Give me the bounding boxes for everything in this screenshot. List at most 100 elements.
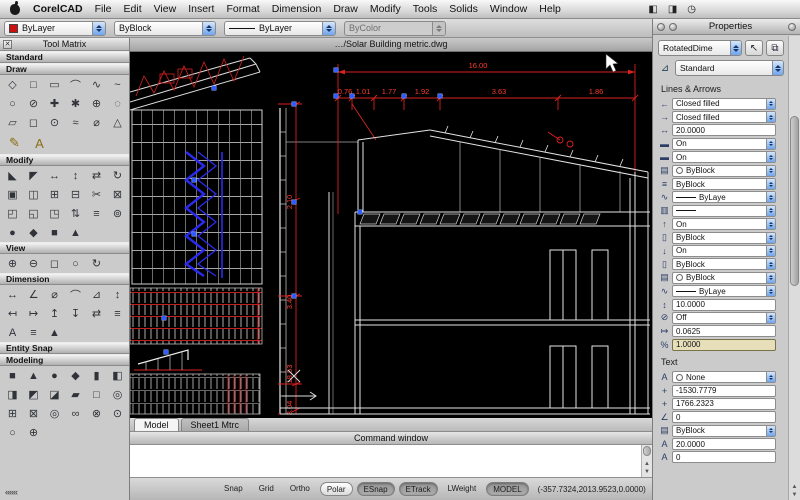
draw-tool-icon[interactable]: ◌ — [107, 94, 128, 113]
modify-tool-icon[interactable]: ↔ — [44, 166, 65, 185]
modeling-tool-icon[interactable]: ○ — [2, 423, 23, 442]
view-tool-icon[interactable]: ○ — [65, 254, 86, 273]
tool-matrix-titlebar[interactable]: ✕ Tool Matrix — [0, 38, 129, 51]
text-height-input[interactable]: 20.0000 — [672, 438, 776, 450]
ext-line-2-combo[interactable]: On — [672, 245, 776, 257]
command-scrollbar-thumb[interactable] — [643, 446, 651, 456]
drawing-canvas[interactable]: 16.00 0.76 1.01 1.77 1.92 3.63 1.86 2.10… — [130, 52, 652, 418]
text-offset-input[interactable]: 0 — [672, 451, 776, 463]
dimension-style-combo[interactable]: Standard — [675, 60, 784, 76]
menu-tools[interactable]: Tools — [407, 3, 444, 15]
text-rotation-input[interactable]: 0 — [672, 411, 776, 423]
modeling-tool-icon[interactable]: □ — [86, 385, 107, 404]
dimension-tool-icon[interactable]: ⇄ — [86, 304, 107, 323]
draw-tool-icon[interactable]: ○ — [2, 94, 23, 113]
modeling-tool-icon[interactable]: ● — [44, 366, 65, 385]
modify-tool-icon[interactable]: ≡ — [86, 204, 107, 223]
status-snap-button[interactable]: Snap — [218, 482, 249, 496]
status-lweight-button[interactable]: LWeight — [442, 482, 483, 496]
draw-tool-icon[interactable]: A — [27, 132, 52, 154]
menu-modify[interactable]: Modify — [364, 3, 407, 15]
menu-corelcad[interactable]: CorelCAD — [27, 3, 89, 15]
dimension-tool-icon[interactable]: ⊿ — [86, 285, 107, 304]
clock-icon[interactable]: ◷ — [687, 4, 696, 15]
status-model-button[interactable]: MODEL — [486, 482, 528, 496]
draw-tool-icon[interactable]: ▱ — [2, 113, 23, 132]
arrowhead-1-combo[interactable]: Closed filled — [672, 98, 776, 110]
tab-sheet1-mtrc[interactable]: Sheet1 Mtrc — [181, 418, 250, 431]
draw-tool-icon[interactable]: ▭ — [44, 75, 65, 94]
status-polar-button[interactable]: Polar — [320, 482, 353, 496]
draw-tool-icon[interactable]: ✚ — [44, 94, 65, 113]
menu-view[interactable]: View — [148, 3, 183, 15]
modeling-tool-icon[interactable]: ∞ — [65, 404, 86, 423]
volume-icon[interactable]: ◨ — [668, 4, 677, 15]
ext-linestyle-combo[interactable]: ByLaye — [672, 285, 776, 297]
modeling-tool-icon[interactable]: ◎ — [44, 404, 65, 423]
modify-tool-icon[interactable]: ↻ — [107, 166, 128, 185]
lineweight-combo[interactable]: ByLayer — [224, 21, 336, 36]
draw-tool-icon[interactable]: ⊕ — [86, 94, 107, 113]
section-header-entity-snap[interactable]: Entity Snap — [0, 342, 129, 354]
modeling-tool-icon[interactable]: ◨ — [2, 385, 23, 404]
section-header-standard[interactable]: Standard — [0, 51, 129, 63]
linestyle-combo[interactable]: ByBlock — [114, 21, 216, 36]
status-etrack-button[interactable]: ETrack — [399, 482, 438, 496]
modify-tool-icon[interactable]: ⊚ — [107, 204, 128, 223]
modify-tool-icon[interactable]: ⊠ — [107, 185, 128, 204]
ext-line-2-style-combo[interactable]: ByBlock — [672, 258, 776, 270]
view-tool-icon[interactable]: ⊕ — [2, 254, 23, 273]
text-fill-combo[interactable]: None — [672, 371, 776, 383]
dimension-tool-icon[interactable]: ↤ — [2, 304, 23, 323]
dimension-tool-icon[interactable]: ≡ — [23, 323, 44, 342]
view-tool-icon[interactable]: ◻ — [44, 254, 65, 273]
modify-tool-icon[interactable]: ⇅ — [65, 204, 86, 223]
menu-help[interactable]: Help — [533, 3, 567, 15]
modeling-tool-icon[interactable]: ◪ — [44, 385, 65, 404]
modeling-tool-icon[interactable]: ◆ — [65, 366, 86, 385]
dim-line-2-combo[interactable]: On — [672, 151, 776, 163]
menu-dimension[interactable]: Dimension — [266, 3, 328, 15]
modeling-tool-icon[interactable]: ▰ — [65, 385, 86, 404]
draw-tool-icon[interactable]: ⊙ — [44, 113, 65, 132]
draw-tool-icon[interactable]: ⌒ — [65, 75, 86, 94]
cad-viewport[interactable]: 16.00 0.76 1.01 1.77 1.92 3.63 1.86 2.10… — [130, 52, 652, 418]
modeling-tool-icon[interactable]: ◩ — [23, 385, 44, 404]
dimension-tool-icon[interactable]: ⌀ — [44, 285, 65, 304]
close-icon[interactable] — [657, 23, 665, 31]
status-ortho-button[interactable]: Ortho — [284, 482, 316, 496]
arrowhead-2-combo[interactable]: Closed filled — [672, 111, 776, 123]
properties-scrollbar-thumb[interactable] — [790, 116, 799, 286]
menu-solids[interactable]: Solids — [443, 3, 484, 15]
draw-tool-icon[interactable]: ~ — [107, 75, 128, 94]
modify-tool-icon[interactable]: ◱ — [23, 204, 44, 223]
modify-tool-icon[interactable]: ■ — [44, 223, 65, 242]
modify-tool-icon[interactable]: ◆ — [23, 223, 44, 242]
dim-line-color-combo[interactable]: ByBlock — [672, 165, 776, 177]
modify-tool-icon[interactable]: ▲ — [65, 223, 86, 242]
select-entities-button[interactable]: ⧉ — [766, 40, 784, 56]
ext-line-1-combo[interactable]: On — [672, 218, 776, 230]
drawing-titlebar[interactable]: …/Solar Building metric.dwg — [130, 38, 652, 52]
collapse-chevrons[interactable]: ««« — [5, 487, 17, 497]
modify-tool-icon[interactable]: ◣ — [2, 166, 23, 185]
text-pos-x-input[interactable]: -1530.7779 — [672, 385, 776, 397]
section-header-dimension[interactable]: Dimension — [0, 273, 129, 285]
modeling-tool-icon[interactable]: ⊞ — [2, 404, 23, 423]
modify-tool-icon[interactable]: ⊞ — [44, 185, 65, 204]
collapse-icon[interactable] — [669, 23, 677, 31]
draw-tool-icon[interactable]: △ — [107, 113, 128, 132]
dim-scale-input[interactable]: 1.0000 — [672, 339, 776, 351]
dimension-tool-icon[interactable]: ∠ — [23, 285, 44, 304]
properties-scrollbar[interactable]: ▲▼ — [788, 36, 800, 500]
dim-line-1-combo[interactable]: On — [672, 138, 776, 150]
draw-tool-icon[interactable]: ◻ — [23, 113, 44, 132]
status-esnap-button[interactable]: ESnap — [357, 482, 395, 496]
menu-format[interactable]: Format — [220, 3, 265, 15]
draw-tool-icon[interactable]: ✎ — [2, 132, 27, 154]
modeling-tool-icon[interactable]: ▲ — [23, 366, 44, 385]
draw-tool-icon[interactable]: ✱ — [65, 94, 86, 113]
modify-tool-icon[interactable]: ⇄ — [86, 166, 107, 185]
modeling-tool-icon[interactable]: ◎ — [107, 385, 128, 404]
draw-tool-icon[interactable]: ≈ — [65, 113, 86, 132]
